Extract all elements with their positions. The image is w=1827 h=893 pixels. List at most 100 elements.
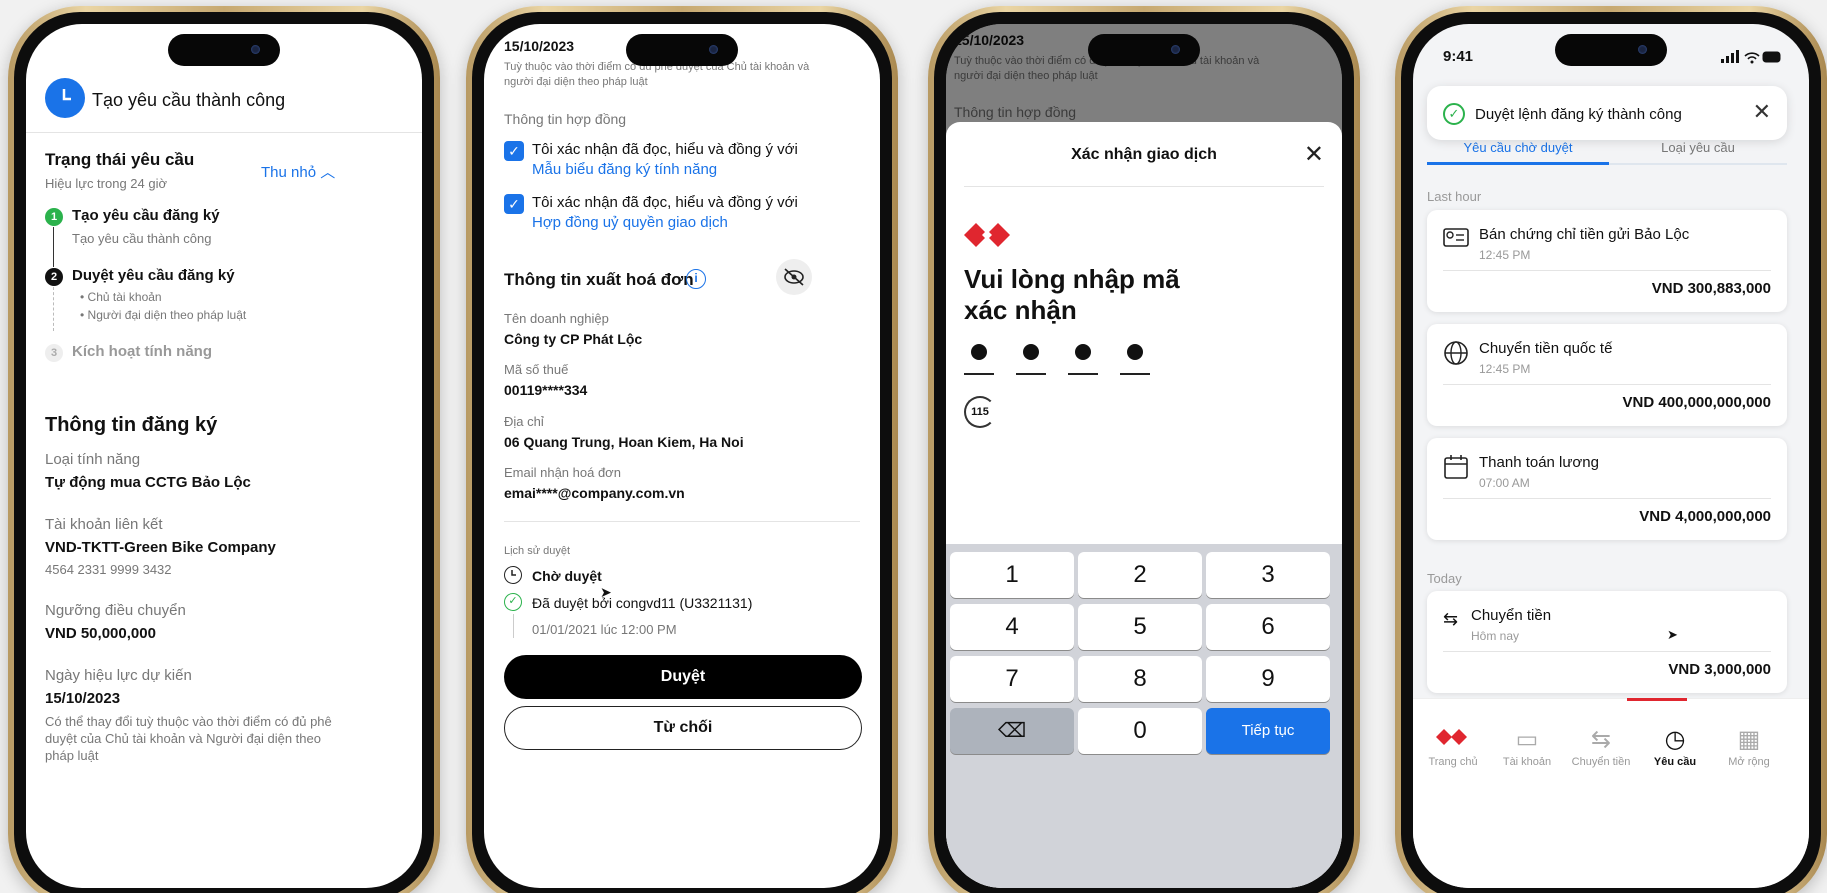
check-circle-icon: ✓ xyxy=(504,593,522,611)
card-title: Thanh toán lương xyxy=(1479,454,1599,471)
account-number: 4564 2331 9999 3432 xyxy=(45,562,172,577)
contract-link[interactable]: Hợp đồng uỷ quyền giao dịch xyxy=(532,214,728,231)
key-0[interactable]: 0 xyxy=(1078,708,1202,754)
request-card[interactable]: Bán chứng chỉ tiền gửi Bảo Lộc 12:45 PM … xyxy=(1427,210,1787,312)
pending-status: Chờ duyệt xyxy=(532,568,602,584)
address-value: 06 Quang Trung, Hoan Kiem, Ha Noi xyxy=(504,434,744,450)
card-title: Chuyển tiền xyxy=(1471,607,1552,624)
tax-value: 00119****334 xyxy=(504,382,588,398)
chevron-up-icon: ︿ xyxy=(320,164,336,181)
close-icon[interactable]: ✕ xyxy=(1304,140,1324,169)
address-label: Địa chỉ xyxy=(504,414,544,429)
globe-icon xyxy=(1443,340,1469,371)
otp-prompt: Vui lòng nhập mã xác nhận xyxy=(964,264,1180,325)
key-4[interactable]: 4 xyxy=(950,604,1074,650)
brand-logo-icon xyxy=(964,220,1014,255)
transfer-icon: ⇆ xyxy=(1590,726,1612,753)
tab-pending[interactable]: Yêu cầu chờ duyệt xyxy=(1427,140,1609,155)
card-time: 12:45 PM xyxy=(1479,248,1531,262)
step-1-title: Tạo yêu cầu đăng ký xyxy=(72,207,220,224)
threshold-label: Ngưỡng điều chuyển xyxy=(45,602,186,619)
section-today: Today xyxy=(1427,571,1462,586)
numeric-keypad: 1 2 3 4 5 6 7 8 9 ⌫ 0 Tiếp tục xyxy=(946,544,1342,888)
dynamic-island xyxy=(168,34,280,66)
email-label: Email nhận hoá đơn xyxy=(504,465,621,480)
clock-icon xyxy=(504,566,522,584)
countdown-timer: 115 xyxy=(964,396,996,428)
key-9[interactable]: 9 xyxy=(1206,656,1330,702)
reject-button[interactable]: Từ chối xyxy=(504,706,862,750)
sheet-title: Xác nhận giao dịch xyxy=(1071,146,1217,163)
confirm-text-2: Tôi xác nhận đã đọc, hiểu và đồng ý với xyxy=(532,194,798,211)
tab-request-type[interactable]: Loại yêu cầu xyxy=(1609,140,1787,155)
phone-frame-2: 15/10/2023 Tuỳ thuộc vào thời điểm có đủ… xyxy=(466,6,898,893)
request-card[interactable]: Thanh toán lương 07:00 AM VND 4,000,000,… xyxy=(1427,438,1787,540)
brand-logo-icon xyxy=(1417,724,1489,756)
request-status-screen: Tạo yêu cầu thành công Trạng thái yêu cầ… xyxy=(26,24,422,888)
card-time: Hôm nay xyxy=(1471,629,1520,643)
card-title: Bán chứng chỉ tiền gửi Bảo Lộc xyxy=(1479,226,1690,243)
effective-value: 15/10/2023 xyxy=(45,690,121,707)
nav-accounts[interactable]: ▭ Tài khoản xyxy=(1491,724,1563,768)
backspace-key[interactable]: ⌫ xyxy=(950,708,1074,754)
clock-icon: ◷ xyxy=(1664,726,1686,753)
request-list-screen: 9:41 ✓ Duyệt lệnh đăng ký thành công ✕ Y… xyxy=(1413,24,1809,888)
request-card[interactable]: Chuyển tiền quốc tế 12:45 PM VND 400,000… xyxy=(1427,324,1787,426)
threshold-value: VND 50,000,000 xyxy=(45,625,156,642)
card-amount: VND 400,000,000,000 xyxy=(1622,394,1771,411)
card-time: 12:45 PM xyxy=(1479,362,1531,376)
nav-home[interactable]: Trang chủ xyxy=(1417,724,1489,768)
form-link[interactable]: Mẫu biểu đăng ký tính năng xyxy=(532,161,717,178)
key-5[interactable]: 5 xyxy=(1078,604,1202,650)
key-6[interactable]: 6 xyxy=(1206,604,1330,650)
account-label: Tài khoản liên kết xyxy=(45,516,163,533)
phone-frame-3: 15/10/2023 Tuỳ thuộc vào thời điểm có đủ… xyxy=(928,6,1360,893)
card-time: 07:00 AM xyxy=(1479,476,1530,490)
key-1[interactable]: 1 xyxy=(950,552,1074,598)
dynamic-island xyxy=(626,34,738,66)
phone-frame-4: 9:41 ✓ Duyệt lệnh đăng ký thành công ✕ Y… xyxy=(1395,6,1827,893)
continue-button[interactable]: Tiếp tục xyxy=(1206,708,1330,754)
feature-label: Loại tính năng xyxy=(45,451,141,468)
company-label: Tên doanh nghiệp xyxy=(504,311,609,326)
step-2-badge: 2 xyxy=(45,268,63,286)
step-3-badge: 3 xyxy=(45,344,63,362)
nav-requests[interactable]: ◷ Yêu cầu xyxy=(1639,724,1711,768)
approval-screen: 15/10/2023 Tuỳ thuộc vào thời điểm có đủ… xyxy=(484,24,880,888)
success-toast: ✓ Duyệt lệnh đăng ký thành công ✕ xyxy=(1427,86,1787,140)
phone-frame-1: Tạo yêu cầu thành công Trạng thái yêu cầ… xyxy=(8,6,440,893)
effective-note: Có thể thay đổi tuỳ thuộc vào thời điểm … xyxy=(45,714,332,763)
mouse-cursor: ➤ xyxy=(600,584,612,600)
email-value: emai****@company.com.vn xyxy=(504,485,685,501)
eye-off-icon[interactable] xyxy=(776,259,812,295)
approve-button[interactable]: Duyệt xyxy=(504,655,862,699)
collapse-button[interactable]: Thu nhỏ ︿ xyxy=(261,161,335,182)
invoice-title: Thông tin xuất hoá đơn xyxy=(504,270,694,289)
header-title: Tạo yêu cầu thành công xyxy=(92,90,286,110)
approved-time: 01/01/2021 lúc 12:00 PM xyxy=(532,622,677,637)
status-icons xyxy=(1721,50,1783,69)
card-amount: VND 3,000,000 xyxy=(1668,661,1771,678)
request-card[interactable]: ⇆ Chuyển tiền Hôm nay VND 3,000,000 ➤ xyxy=(1427,591,1787,693)
date-value: 15/10/2023 xyxy=(504,38,575,54)
toast-close-icon[interactable]: ✕ xyxy=(1753,99,1771,125)
card-title: Chuyển tiền quốc tế xyxy=(1479,340,1613,357)
nav-transfer[interactable]: ⇆ Chuyển tiền xyxy=(1565,724,1637,768)
nav-more[interactable]: ▦ Mở rộng xyxy=(1713,724,1785,768)
clock-icon xyxy=(45,78,85,118)
calendar-icon xyxy=(1443,454,1469,485)
info-icon[interactable]: i xyxy=(686,269,706,289)
contract-checkbox-1[interactable]: ✓ xyxy=(504,141,524,161)
approved-status: Đã duyệt bởi congvd11 (U3321131) xyxy=(532,595,753,611)
key-8[interactable]: 8 xyxy=(1078,656,1202,702)
toast-text: Duyệt lệnh đăng ký thành công xyxy=(1475,106,1682,123)
key-7[interactable]: 7 xyxy=(950,656,1074,702)
contract-label: Thông tin hợp đồng xyxy=(504,111,627,127)
confirm-text-1: Tôi xác nhận đã đọc, hiểu và đồng ý với xyxy=(532,141,798,158)
certificate-icon xyxy=(1443,226,1469,253)
key-2[interactable]: 2 xyxy=(1078,552,1202,598)
mouse-cursor: ➤ xyxy=(1667,627,1678,642)
card-amount: VND 300,883,000 xyxy=(1651,280,1771,297)
key-3[interactable]: 3 xyxy=(1206,552,1330,598)
contract-checkbox-2[interactable]: ✓ xyxy=(504,194,524,214)
